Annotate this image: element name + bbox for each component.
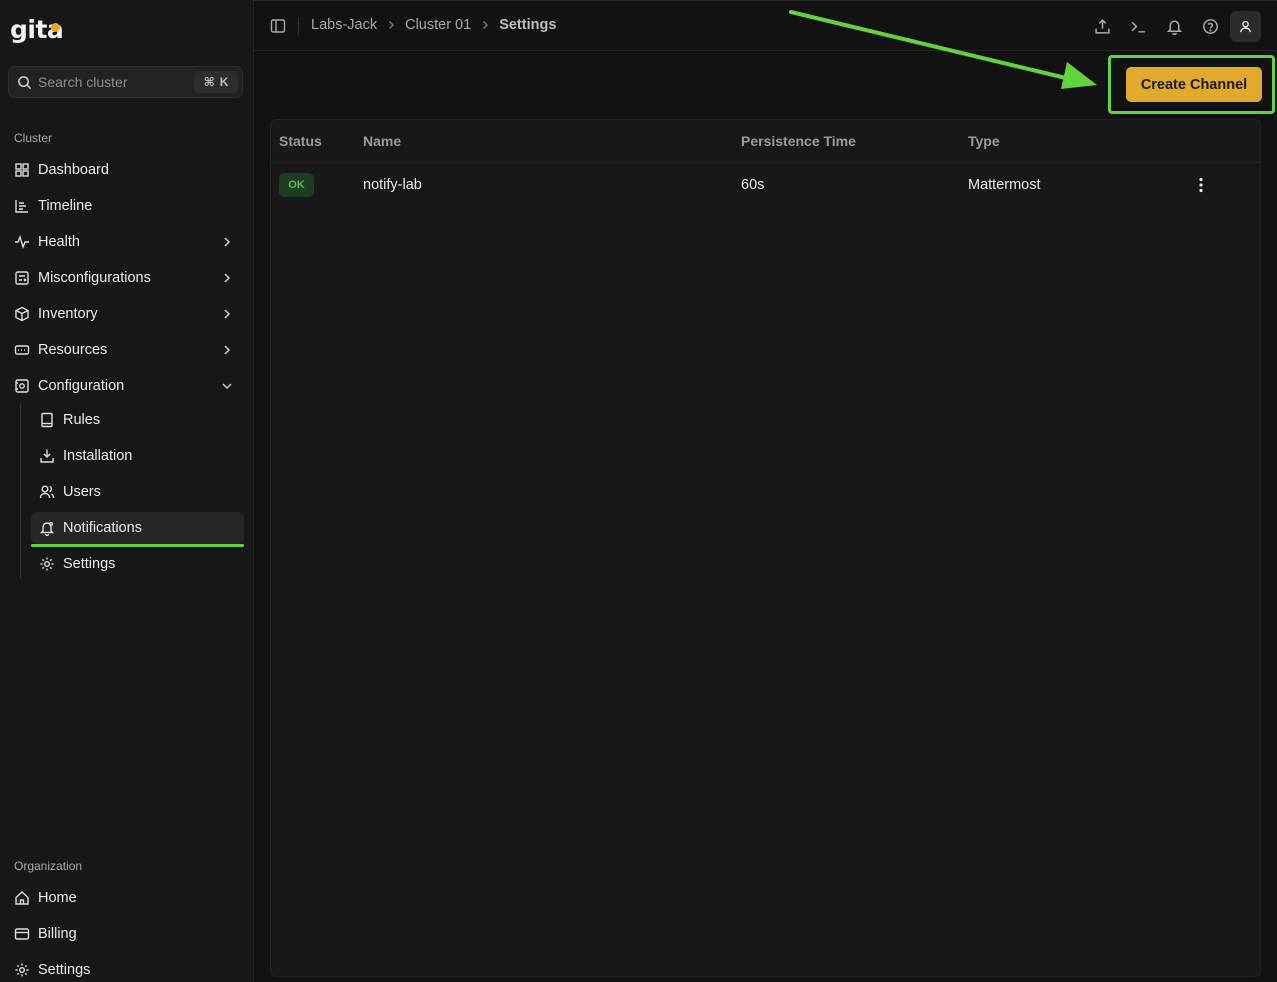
top-header: Labs-Jack Cluster 01 Settings — [254, 0, 1277, 51]
column-header-name[interactable]: Name — [363, 133, 401, 149]
sidebar-item-misconfigurations[interactable]: Misconfigurations — [8, 262, 244, 294]
sidebar-item-users[interactable]: Users — [31, 476, 244, 508]
chevron-right-icon — [220, 271, 234, 285]
sidebar-item-inventory[interactable]: Inventory — [8, 298, 244, 330]
sidebar-item-notifications[interactable]: Notifications — [31, 512, 244, 544]
active-item-highlight — [31, 544, 244, 547]
organization-section-label: Organization — [14, 859, 83, 873]
search-input[interactable]: Search cluster ⌘ K — [8, 66, 243, 98]
create-channel-button[interactable]: Create Channel — [1126, 67, 1262, 102]
search-shortcut: ⌘ K — [194, 71, 238, 93]
sidebar-item-health[interactable]: Health — [8, 226, 244, 258]
gear-icon — [39, 556, 55, 572]
terminal-icon[interactable] — [1130, 18, 1147, 35]
book-icon — [39, 412, 55, 428]
chevron-right-icon — [385, 19, 397, 31]
column-header-type[interactable]: Type — [968, 133, 1000, 149]
column-header-persistence[interactable]: Persistence Time — [741, 133, 856, 149]
status-badge: OK — [279, 173, 314, 197]
sidebar-item-label: Billing — [38, 926, 77, 942]
channel-persistence: 60s — [741, 177, 765, 193]
sidebar-item-label: Configuration — [38, 378, 125, 394]
chevron-right-icon — [220, 343, 234, 357]
sidebar-item-label: Users — [63, 484, 101, 500]
sidebar-item-rules[interactable]: Rules — [31, 404, 244, 436]
sidebar-item-org-settings[interactable]: Settings — [8, 954, 244, 982]
sidebar-item-dashboard[interactable]: Dashboard — [8, 154, 244, 186]
sidebar-item-installation[interactable]: Installation — [31, 440, 244, 472]
submenu-guide-line — [20, 404, 21, 578]
breadcrumb-org[interactable]: Labs-Jack — [311, 17, 377, 33]
header-divider — [298, 17, 299, 35]
sidebar-item-label: Dashboard — [38, 162, 109, 178]
more-options-icon[interactable] — [1192, 176, 1210, 194]
sidebar-item-label: Installation — [63, 448, 133, 464]
help-icon[interactable] — [1202, 18, 1219, 35]
sidebar-item-settings[interactable]: Settings — [31, 548, 244, 580]
chevron-down-icon — [220, 379, 234, 393]
sidebar-item-label: Home — [38, 890, 77, 906]
gear-icon — [14, 962, 30, 978]
chevron-right-icon — [479, 19, 491, 31]
sidebar-item-label: Settings — [38, 962, 91, 978]
users-icon — [39, 484, 55, 500]
table-row[interactable]: OK notify-lab 60s Mattermost — [271, 163, 1260, 207]
brand-logo[interactable]: gita — [10, 14, 64, 44]
breadcrumb: Labs-Jack Cluster 01 Settings — [311, 17, 556, 33]
user-icon — [1238, 19, 1253, 34]
sidebar-item-timeline[interactable]: Timeline — [8, 190, 244, 222]
install-icon — [39, 448, 55, 464]
sidebar: gita Search cluster ⌘ K Cluster Dashboar… — [0, 0, 254, 982]
channel-name: notify-lab — [363, 177, 422, 193]
column-header-status[interactable]: Status — [279, 133, 322, 149]
sidebar-toggle-icon[interactable] — [270, 18, 286, 34]
sidebar-item-label: Inventory — [38, 306, 98, 322]
cluster-section-label: Cluster — [14, 131, 53, 145]
search-placeholder: Search cluster — [38, 74, 128, 90]
grid-icon — [14, 162, 30, 178]
logo-dot-icon — [51, 22, 61, 32]
box-icon — [14, 306, 30, 322]
sidebar-item-billing[interactable]: Billing — [8, 918, 244, 950]
app-window: gita Search cluster ⌘ K Cluster Dashboar… — [0, 0, 1277, 982]
sidebar-item-label: Rules — [63, 412, 101, 428]
breadcrumb-current: Settings — [499, 17, 557, 33]
bell-icon — [39, 520, 55, 536]
channels-table: Status Name Persistence Time Type OK not… — [270, 119, 1261, 977]
chevron-right-icon — [220, 307, 234, 321]
notification-bell-icon[interactable] — [1166, 18, 1183, 35]
sidebar-item-label: Settings — [63, 556, 116, 572]
sidebar-item-configuration[interactable]: Configuration — [8, 370, 244, 402]
configuration-icon — [14, 378, 30, 394]
sidebar-item-label: Resources — [38, 342, 108, 358]
breadcrumb-cluster[interactable]: Cluster 01 — [405, 17, 471, 33]
search-icon — [17, 75, 32, 90]
timeline-icon — [14, 198, 30, 214]
sidebar-item-home[interactable]: Home — [8, 882, 244, 914]
misconfig-icon — [14, 270, 30, 286]
sidebar-item-label: Notifications — [63, 520, 142, 536]
sidebar-item-resources[interactable]: Resources — [8, 334, 244, 366]
chevron-right-icon — [220, 235, 234, 249]
sidebar-item-label: Misconfigurations — [38, 270, 151, 286]
channel-type: Mattermost — [968, 177, 1041, 193]
annotation-arrow-icon — [789, 10, 1097, 89]
activity-icon — [14, 234, 30, 250]
shortcut-key: K — [219, 75, 229, 89]
user-avatar-button[interactable] — [1230, 11, 1261, 42]
resources-icon — [14, 342, 30, 358]
command-key-icon: ⌘ — [203, 75, 215, 89]
home-icon — [14, 890, 30, 906]
sidebar-item-label: Timeline — [38, 198, 93, 214]
card-icon — [14, 926, 30, 942]
sidebar-item-label: Health — [38, 234, 80, 250]
